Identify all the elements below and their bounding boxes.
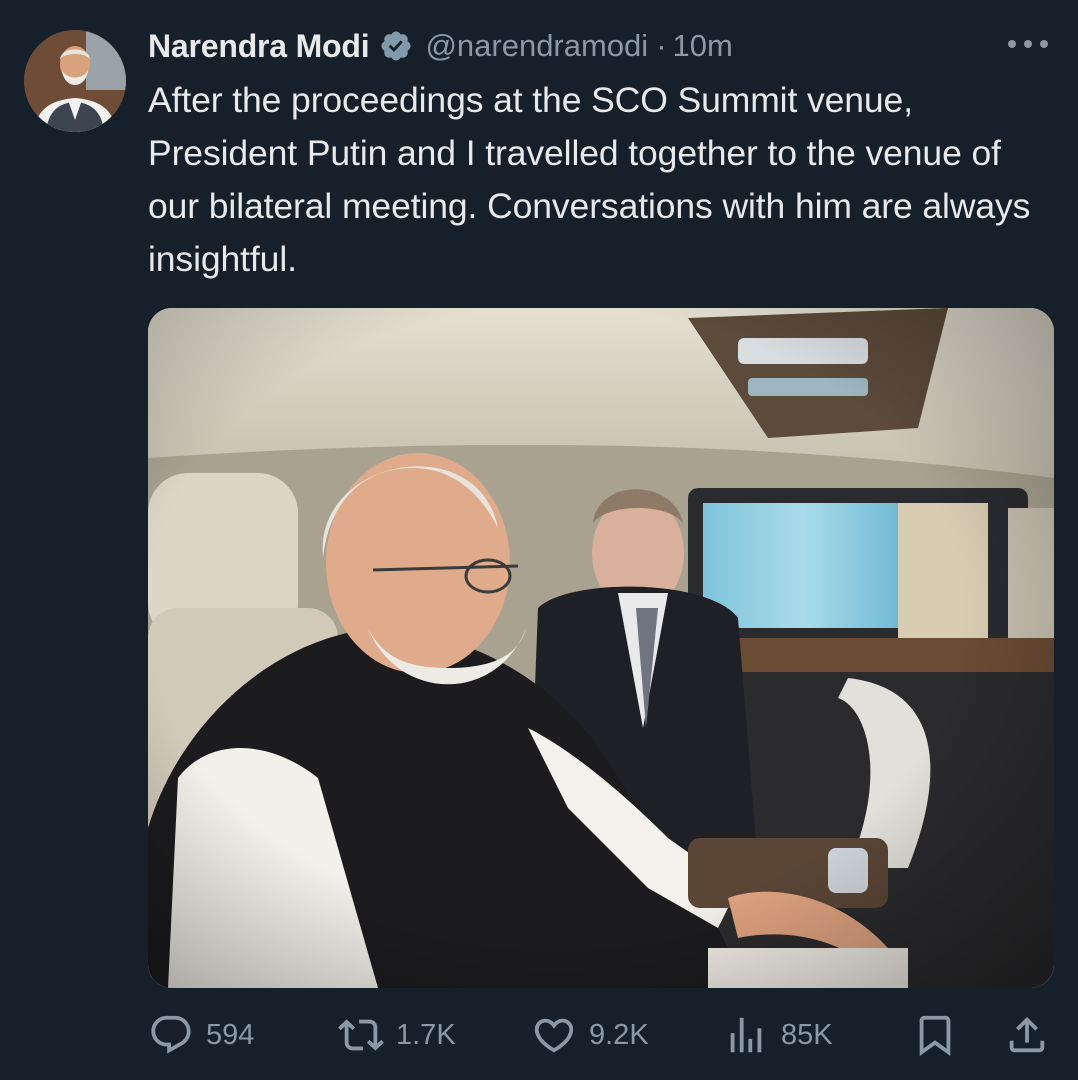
share-icon	[1004, 1012, 1050, 1058]
author-handle[interactable]: @narendramodi	[425, 28, 648, 64]
author-name[interactable]: Narendra Modi	[148, 28, 370, 65]
retweet-icon	[338, 1012, 384, 1058]
share-button[interactable]	[1004, 1010, 1050, 1060]
reply-button[interactable]: 594	[148, 1010, 254, 1060]
separator-dot: ·	[656, 28, 667, 63]
bookmark-button[interactable]	[912, 1010, 958, 1060]
verified-badge-icon[interactable]	[379, 29, 413, 63]
tweet-actions: 594 1.7K 9.2K 85K	[148, 1010, 1054, 1060]
views-button[interactable]: 85K	[723, 1010, 833, 1060]
reply-icon	[148, 1012, 194, 1058]
bookmark-icon	[912, 1012, 958, 1058]
retweet-count: 1.7K	[396, 1018, 456, 1051]
heart-icon	[531, 1012, 577, 1058]
like-count: 9.2K	[589, 1018, 649, 1051]
views-count: 85K	[781, 1018, 833, 1051]
avatar[interactable]	[24, 30, 126, 132]
tweet-photo[interactable]	[148, 308, 1054, 988]
tweet: Narendra Modi @narendramodi · 10m After …	[0, 0, 1078, 1080]
retweet-button[interactable]: 1.7K	[338, 1010, 456, 1060]
like-button[interactable]: 9.2K	[531, 1010, 649, 1060]
tweet-text: After the proceedings at the SCO Summit …	[148, 80, 1031, 279]
tweet-header: Narendra Modi @narendramodi · 10m	[148, 26, 733, 66]
reply-count: 594	[206, 1018, 255, 1051]
timestamp[interactable]: 10m	[673, 28, 733, 64]
more-options-icon[interactable]	[1008, 34, 1048, 54]
views-icon	[723, 1012, 769, 1058]
